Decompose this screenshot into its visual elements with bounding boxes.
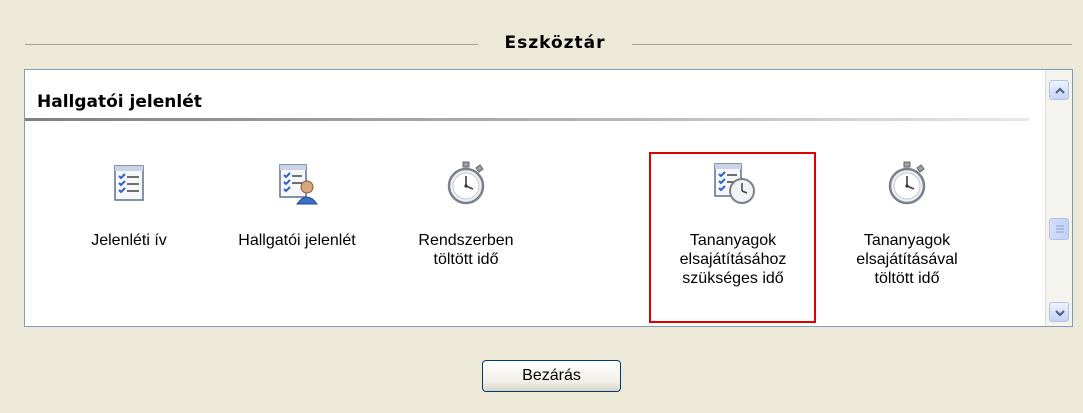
toolbar-panel: Hallgatói jelenlét Jelenléti ív Hallgató…: [24, 69, 1073, 327]
scroll-thumb[interactable]: [1049, 218, 1069, 240]
checklist-person-icon: [279, 164, 318, 205]
scroll-up-button[interactable]: [1049, 80, 1069, 100]
tool-label-line: elsajátításához: [679, 251, 787, 268]
grip-icon: [1056, 225, 1064, 233]
checklist-clock-icon: [714, 163, 755, 204]
tool-label-line: Rendszerben: [418, 232, 514, 249]
vertical-scrollbar[interactable]: [1045, 70, 1072, 326]
section-divider: [25, 118, 1029, 121]
tool-label-line: Jelenléti ív: [91, 232, 167, 249]
tool-label-line: szükséges idő: [682, 270, 784, 287]
section-title: Hallgatói jelenlét: [37, 92, 202, 112]
tool-system-time-spent[interactable]: Rendszerben töltött idő: [381, 159, 551, 269]
tool-attendance-sheet[interactable]: Jelenléti ív: [44, 159, 214, 250]
stopwatch-icon: [888, 161, 926, 205]
tool-label-line: Hallgatói jelenlét: [238, 232, 356, 249]
tool-label-line: Tananyagok: [689, 232, 777, 249]
tool-material-time-spent[interactable]: Tananyagok elsajátításával töltött idő: [822, 159, 992, 288]
tool-material-required-time[interactable]: Tananyagok elsajátításához szükséges idő: [648, 159, 818, 288]
toolbar-title-divider-left: [25, 44, 478, 45]
tool-label-line: töltött idő: [433, 251, 499, 268]
toolbar-title-divider-right: [632, 44, 1072, 45]
chevron-down-icon: [1055, 310, 1065, 317]
tool-label-line: Tananyagok: [863, 232, 951, 249]
tool-label-line: elsajátításával: [856, 251, 958, 268]
chevron-up-icon: [1055, 87, 1065, 94]
toolbar-title: Eszköztár: [504, 33, 606, 53]
checklist-icon: [114, 165, 144, 201]
tool-label-line: töltött idő: [874, 270, 940, 287]
tool-student-attendance[interactable]: Hallgatói jelenlét: [212, 159, 382, 250]
close-button[interactable]: Bezárás: [482, 360, 621, 392]
scroll-down-button[interactable]: [1049, 302, 1069, 322]
stopwatch-icon: [447, 161, 485, 205]
